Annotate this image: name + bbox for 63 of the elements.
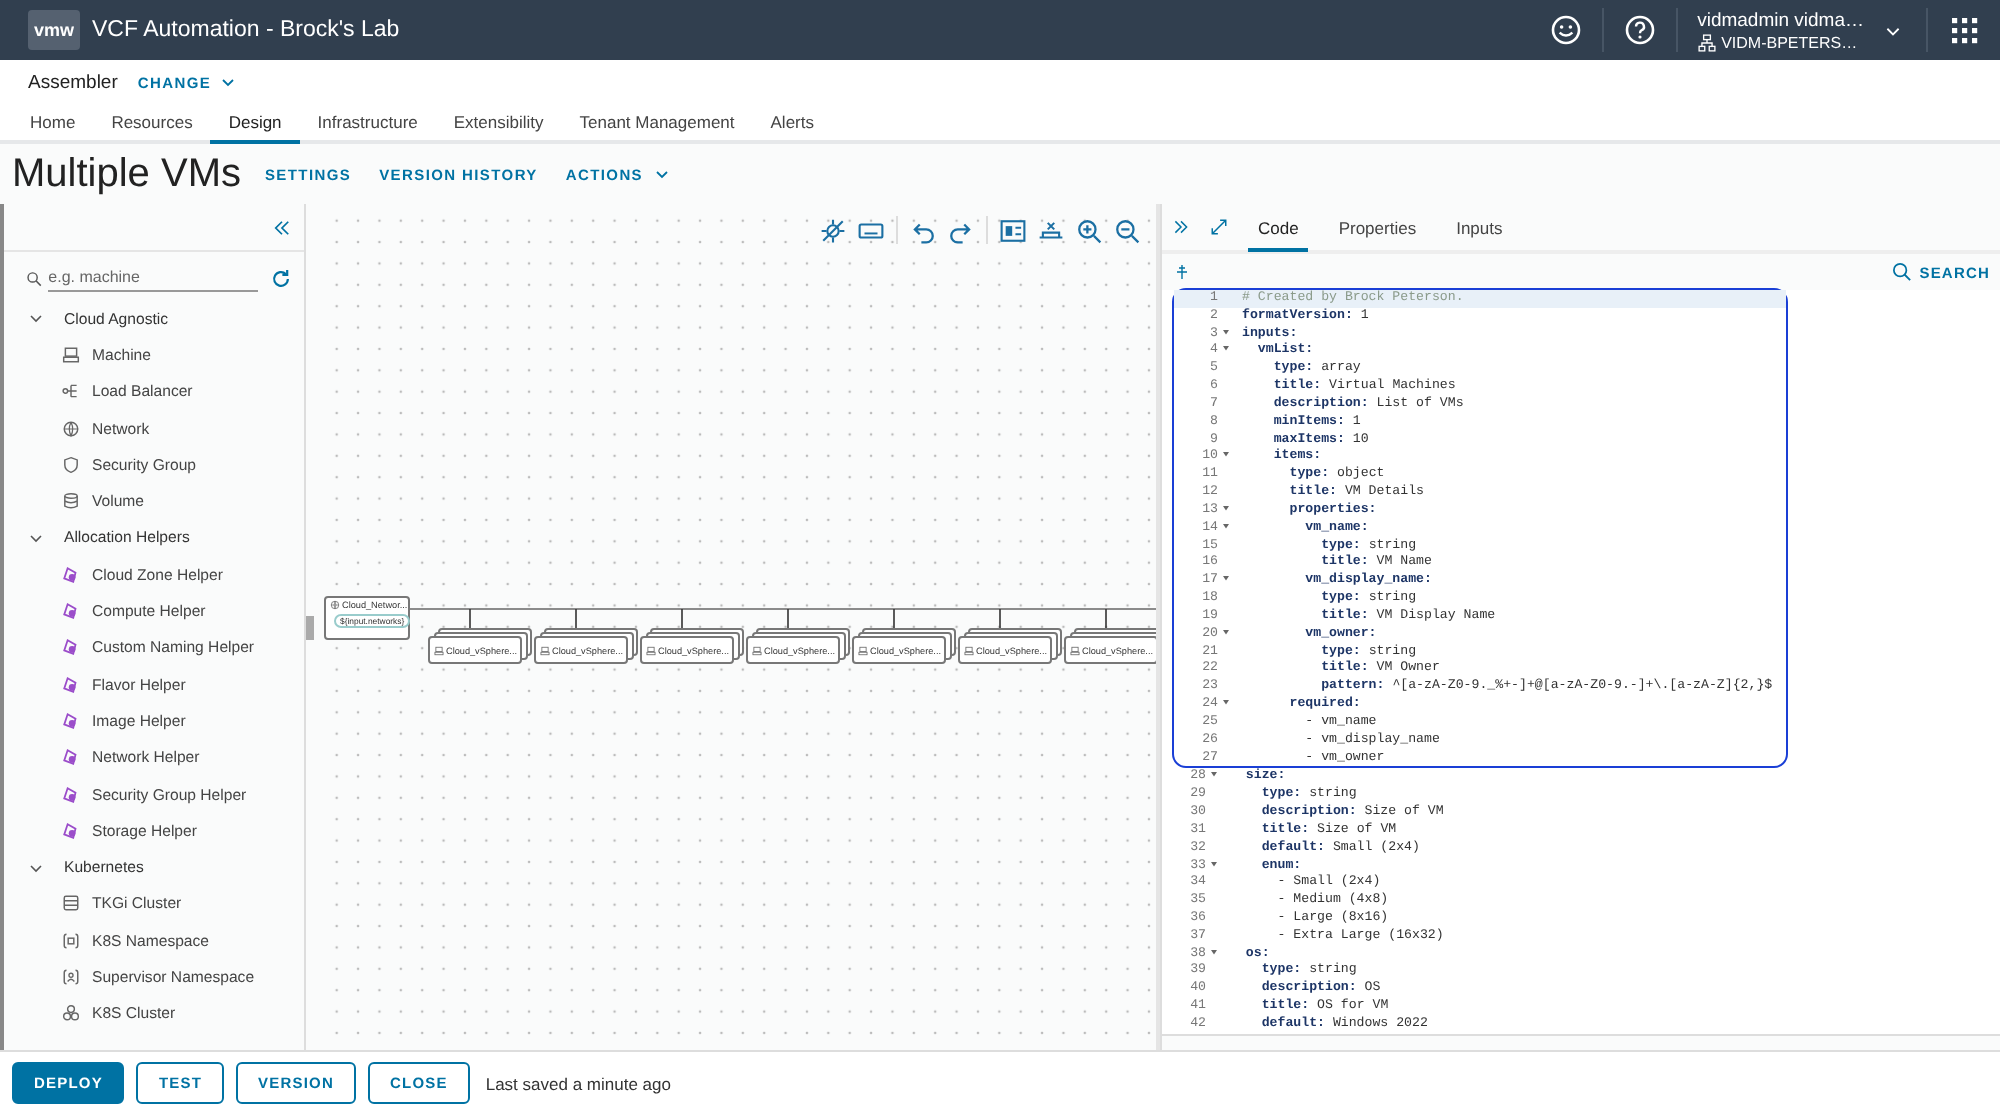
namespace-icon [62, 967, 80, 986]
machine-icon [540, 645, 550, 655]
keyboard-icon[interactable] [858, 217, 884, 243]
app-grid-icon[interactable] [1948, 14, 1980, 46]
shield-icon [62, 455, 80, 474]
database-icon [62, 492, 80, 511]
cluster-icon [62, 894, 80, 913]
layout-icon[interactable] [1000, 217, 1026, 243]
nav-tab[interactable]: Alerts [752, 104, 832, 144]
fold-caret-icon[interactable] [1210, 859, 1218, 867]
nav-tab[interactable]: Infrastructure [299, 104, 436, 144]
app-title: VCF Automation - Brock's Lab [92, 18, 402, 42]
search-field[interactable]: e.g. machine [48, 264, 258, 292]
zoom-in-icon[interactable] [1076, 217, 1102, 243]
collapse-icon[interactable] [272, 217, 292, 237]
helper-icon [62, 602, 80, 621]
code-editor[interactable] [1162, 290, 2000, 1036]
app-name: Assembler [28, 71, 118, 93]
namespace-icon [62, 931, 80, 950]
pin-icon[interactable] [1174, 264, 1190, 280]
nav-tab[interactable]: Home [12, 104, 94, 144]
editor-tab[interactable]: Properties [1328, 206, 1427, 252]
scroll-handle[interactable] [306, 615, 314, 639]
user-name: vidmadmin vidma… [1697, 9, 1864, 31]
machine-icon [1070, 645, 1080, 655]
helper-icon [62, 748, 80, 767]
search-icon [26, 269, 43, 287]
zoom-out-icon[interactable] [1114, 217, 1140, 243]
helper-icon [62, 711, 80, 730]
caret-icon [653, 166, 670, 182]
tray-icon[interactable] [1038, 217, 1064, 243]
load-balancer-icon [62, 382, 80, 401]
helper-icon [62, 785, 80, 803]
nav-tab[interactable]: Tenant Management [561, 104, 753, 144]
machine-icon [434, 645, 444, 655]
helper-icon [62, 638, 80, 657]
globe-icon [330, 600, 340, 610]
editor-tab[interactable]: Inputs [1446, 206, 1513, 252]
globe-icon [62, 419, 80, 438]
refresh-icon[interactable] [270, 267, 292, 289]
search-icon [1891, 262, 1912, 282]
maximize-icon[interactable] [1210, 218, 1228, 236]
machine-icon [752, 645, 762, 655]
help-icon[interactable] [1623, 14, 1656, 46]
connection-off-icon[interactable] [820, 217, 846, 243]
page-title: Multiple VMs [12, 151, 241, 197]
helper-icon [62, 565, 80, 584]
smiley-icon[interactable] [1549, 14, 1582, 46]
organization-name: VIDM-BPETERS… [1721, 33, 1858, 51]
save-status: Last saved a minute ago [485, 1073, 671, 1093]
machine-icon [646, 645, 656, 655]
logo: vmw [28, 10, 81, 50]
expand-panel-icon[interactable] [1172, 218, 1190, 236]
nav-tab[interactable]: Resources [93, 104, 211, 144]
caret-icon [219, 74, 236, 90]
cluster-icon [62, 1004, 80, 1023]
helper-icon [62, 821, 80, 840]
nav-tab[interactable]: Extensibility [435, 104, 562, 144]
organization-icon [1697, 33, 1716, 51]
machine-icon [964, 645, 974, 655]
machine-icon [858, 645, 868, 655]
machine-icon [62, 345, 80, 364]
helper-icon [62, 675, 80, 694]
